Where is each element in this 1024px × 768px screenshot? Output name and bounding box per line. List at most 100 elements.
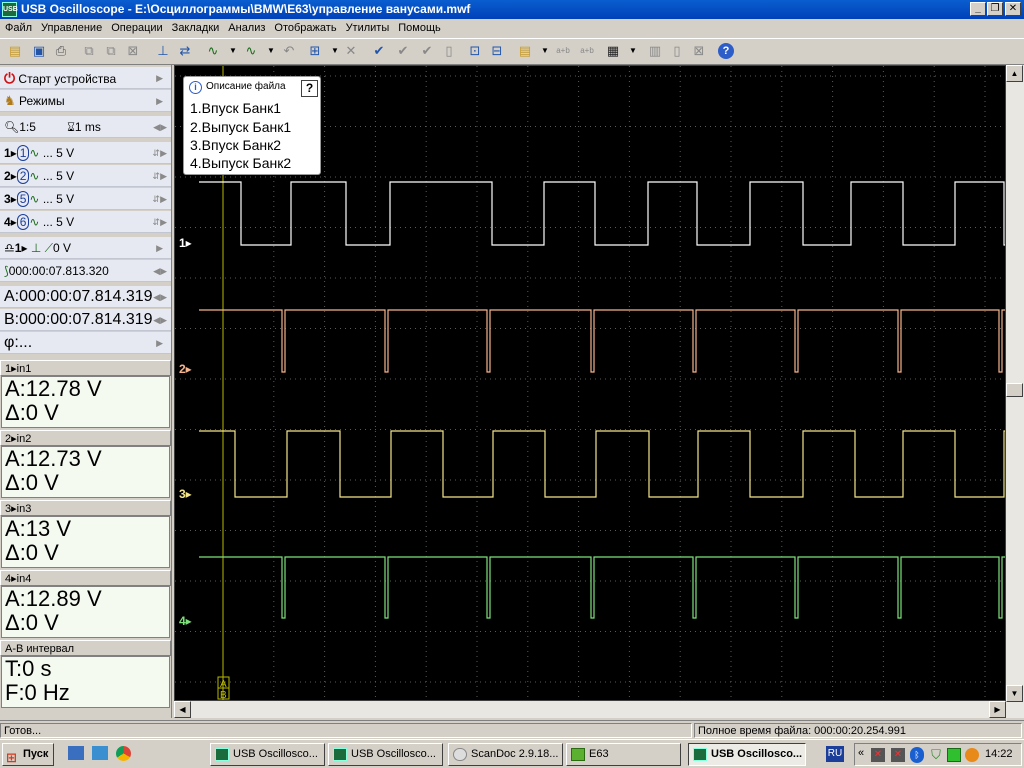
bluetooth-icon[interactable]: ᛒ xyxy=(910,747,924,763)
formula2-icon[interactable]: a+b xyxy=(554,42,572,60)
scroll-down-button[interactable]: ▼ xyxy=(1006,685,1023,702)
move-icon[interactable]: ⇄ xyxy=(176,42,194,60)
channel-label-4[interactable]: 4▸ xyxy=(179,614,192,628)
left-right-arrows-icon[interactable]: ◀▶ xyxy=(153,286,167,308)
scroll-up-button[interactable]: ▲ xyxy=(1006,65,1023,82)
modes-row[interactable]: ♞ Режимы ▶ xyxy=(0,90,171,112)
menu-control[interactable]: Управление xyxy=(36,19,106,38)
check-icon[interactable]: ✔ xyxy=(370,42,388,60)
scroll-right-button[interactable]: ▶ xyxy=(989,701,1006,718)
network2-icon[interactable]: ✕ xyxy=(891,748,905,762)
channel-row-3[interactable]: 3▸ 5 ∿ ... 5 V ⇵▶ xyxy=(0,188,171,210)
restore-button[interactable]: ❐ xyxy=(987,2,1003,16)
formula-icon[interactable]: ▤ xyxy=(516,42,534,60)
grid-icon[interactable]: ⊡ xyxy=(466,42,484,60)
menu-bookmarks[interactable]: Закладки xyxy=(167,19,224,38)
cursor-b-marker[interactable]: B xyxy=(220,690,227,700)
channel-label-2[interactable]: 2▸ xyxy=(179,362,192,376)
channel-arrows-icon[interactable]: ⇵▶ xyxy=(153,165,167,187)
menu-file[interactable]: Файл xyxy=(0,19,36,38)
zoom-value[interactable]: 1:5 xyxy=(19,120,36,134)
cursor-a-row[interactable]: A:000:00:07.814.319 ◀▶ xyxy=(0,286,171,308)
phi-row[interactable]: φ:... ▶ xyxy=(0,332,171,354)
zoom-icon[interactable]: ⊞ xyxy=(306,42,324,60)
chevron-down-icon[interactable]: ▼ xyxy=(262,42,280,60)
filter2-icon[interactable]: ∿ xyxy=(242,42,260,60)
chrome-icon[interactable] xyxy=(116,746,131,761)
export-icon[interactable]: ⊟ xyxy=(488,42,506,60)
channel-4-waveform[interactable] xyxy=(199,556,1005,619)
chart-icon[interactable]: ▥ xyxy=(646,42,664,60)
task-button-3[interactable]: ScanDoc 2.9.18... xyxy=(448,743,563,766)
menu-analysis[interactable]: Анализ xyxy=(223,19,269,38)
menu-utilities[interactable]: Утилиты xyxy=(341,19,394,38)
channel-3-waveform[interactable] xyxy=(199,430,1005,498)
channel-arrows-icon[interactable]: ⇵▶ xyxy=(153,142,167,164)
minimize-button[interactable]: _ xyxy=(970,2,986,16)
channel-row-4[interactable]: 4▸ 6 ∿ ... 5 V ⇵▶ xyxy=(0,211,171,233)
chevron-down-icon[interactable]: ▼ xyxy=(536,42,554,60)
cursor-icon[interactable]: ⊥ xyxy=(154,42,172,60)
start-button[interactable]: ⊞ Пуск xyxy=(2,743,54,766)
network-icon[interactable]: ✕ xyxy=(871,748,885,762)
security-icon[interactable]: ⛉ xyxy=(929,748,943,762)
table-icon[interactable]: ▦ xyxy=(604,42,622,60)
chevron-down-icon[interactable]: ▼ xyxy=(624,42,642,60)
doc-icon[interactable]: ▯ xyxy=(668,42,686,60)
tray-expand-icon[interactable]: « xyxy=(858,747,864,759)
channel-2-waveform[interactable] xyxy=(199,309,1005,373)
close-button[interactable]: ✕ xyxy=(1005,2,1021,16)
cursor-b-row[interactable]: B:000:00:07.814.319 ◀▶ xyxy=(0,309,171,331)
time-div-value[interactable]: 1 ms xyxy=(75,120,101,134)
horizontal-scrollbar[interactable]: ◀ ▶ xyxy=(174,701,1006,718)
help-button[interactable]: ? xyxy=(301,80,318,97)
cursor-a-marker[interactable]: A xyxy=(220,679,227,690)
channel-label-3[interactable]: 3▸ xyxy=(179,487,192,501)
save-icon[interactable]: ▣ xyxy=(30,42,48,60)
formula3-icon[interactable]: a+b xyxy=(578,42,596,60)
paste-icon[interactable]: ⧉ xyxy=(102,42,120,60)
task-button-1[interactable]: USB Oscillosco... xyxy=(210,743,325,766)
desktop-icon[interactable] xyxy=(68,746,84,760)
check2-icon[interactable]: ✔ xyxy=(394,42,412,60)
chevron-down-icon[interactable]: ▼ xyxy=(224,42,242,60)
left-right-arrows-icon[interactable]: ◀▶ xyxy=(153,116,167,138)
chevron-right-icon[interactable]: ▶ xyxy=(156,332,163,354)
menu-help[interactable]: Помощь xyxy=(393,19,445,38)
channel-row-2[interactable]: 2▸ 2 ∿ ... 5 V ⇵▶ xyxy=(0,165,171,187)
cross-icon[interactable]: ⊠ xyxy=(690,42,708,60)
help-icon[interactable]: ? xyxy=(718,43,734,59)
channel-1-waveform[interactable] xyxy=(199,181,1005,246)
close-icon[interactable]: ✕ xyxy=(342,42,360,60)
chevron-right-icon[interactable]: ▶ xyxy=(156,67,163,89)
open-icon[interactable]: ▤ xyxy=(6,42,24,60)
language-indicator[interactable]: RU xyxy=(826,746,844,762)
app-tray-icon[interactable] xyxy=(965,748,979,762)
start-device-row[interactable]: ⏻ Старт устройства ▶ xyxy=(0,67,171,89)
check3-icon[interactable]: ✔ xyxy=(418,42,436,60)
left-right-arrows-icon[interactable]: ◀▶ xyxy=(153,309,167,331)
trigger-time-row[interactable]: ⟆000:00:07.813.320 ◀▶ xyxy=(0,260,171,282)
explorer-icon[interactable] xyxy=(92,746,108,760)
filter-icon[interactable]: ∿ xyxy=(204,42,222,60)
scroll-left-button[interactable]: ◀ xyxy=(174,701,191,718)
task-button-2[interactable]: USB Oscillosco... xyxy=(328,743,443,766)
menu-display[interactable]: Отображать xyxy=(269,19,340,38)
left-right-arrows-icon[interactable]: ◀▶ xyxy=(153,260,167,282)
trigger-row[interactable]: ♎︎1▸ ⊥ ⟋0 V ▶ xyxy=(0,237,171,259)
page-icon[interactable]: ▯ xyxy=(440,42,458,60)
chevron-right-icon[interactable]: ▶ xyxy=(156,90,163,112)
channel-arrows-icon[interactable]: ⇵▶ xyxy=(153,188,167,210)
task-button-5-active[interactable]: USB Oscillosco... xyxy=(688,743,806,766)
menu-operations[interactable]: Операции xyxy=(106,19,166,38)
task-button-4[interactable]: E63 xyxy=(566,743,681,766)
chevron-right-icon[interactable]: ▶ xyxy=(156,237,163,259)
print-icon[interactable]: ⎙ xyxy=(52,42,70,60)
undo-icon[interactable]: ↶ xyxy=(280,42,298,60)
channel-row-1[interactable]: 1▸ 1 ∿ ... 5 V ⇵▶ xyxy=(0,142,171,164)
status-green-icon[interactable] xyxy=(947,748,961,762)
scroll-thumb[interactable] xyxy=(1006,383,1023,397)
channel-arrows-icon[interactable]: ⇵▶ xyxy=(153,211,167,233)
delete-icon[interactable]: ⊠ xyxy=(124,42,142,60)
channel-label-1[interactable]: 1▸ xyxy=(179,236,192,250)
